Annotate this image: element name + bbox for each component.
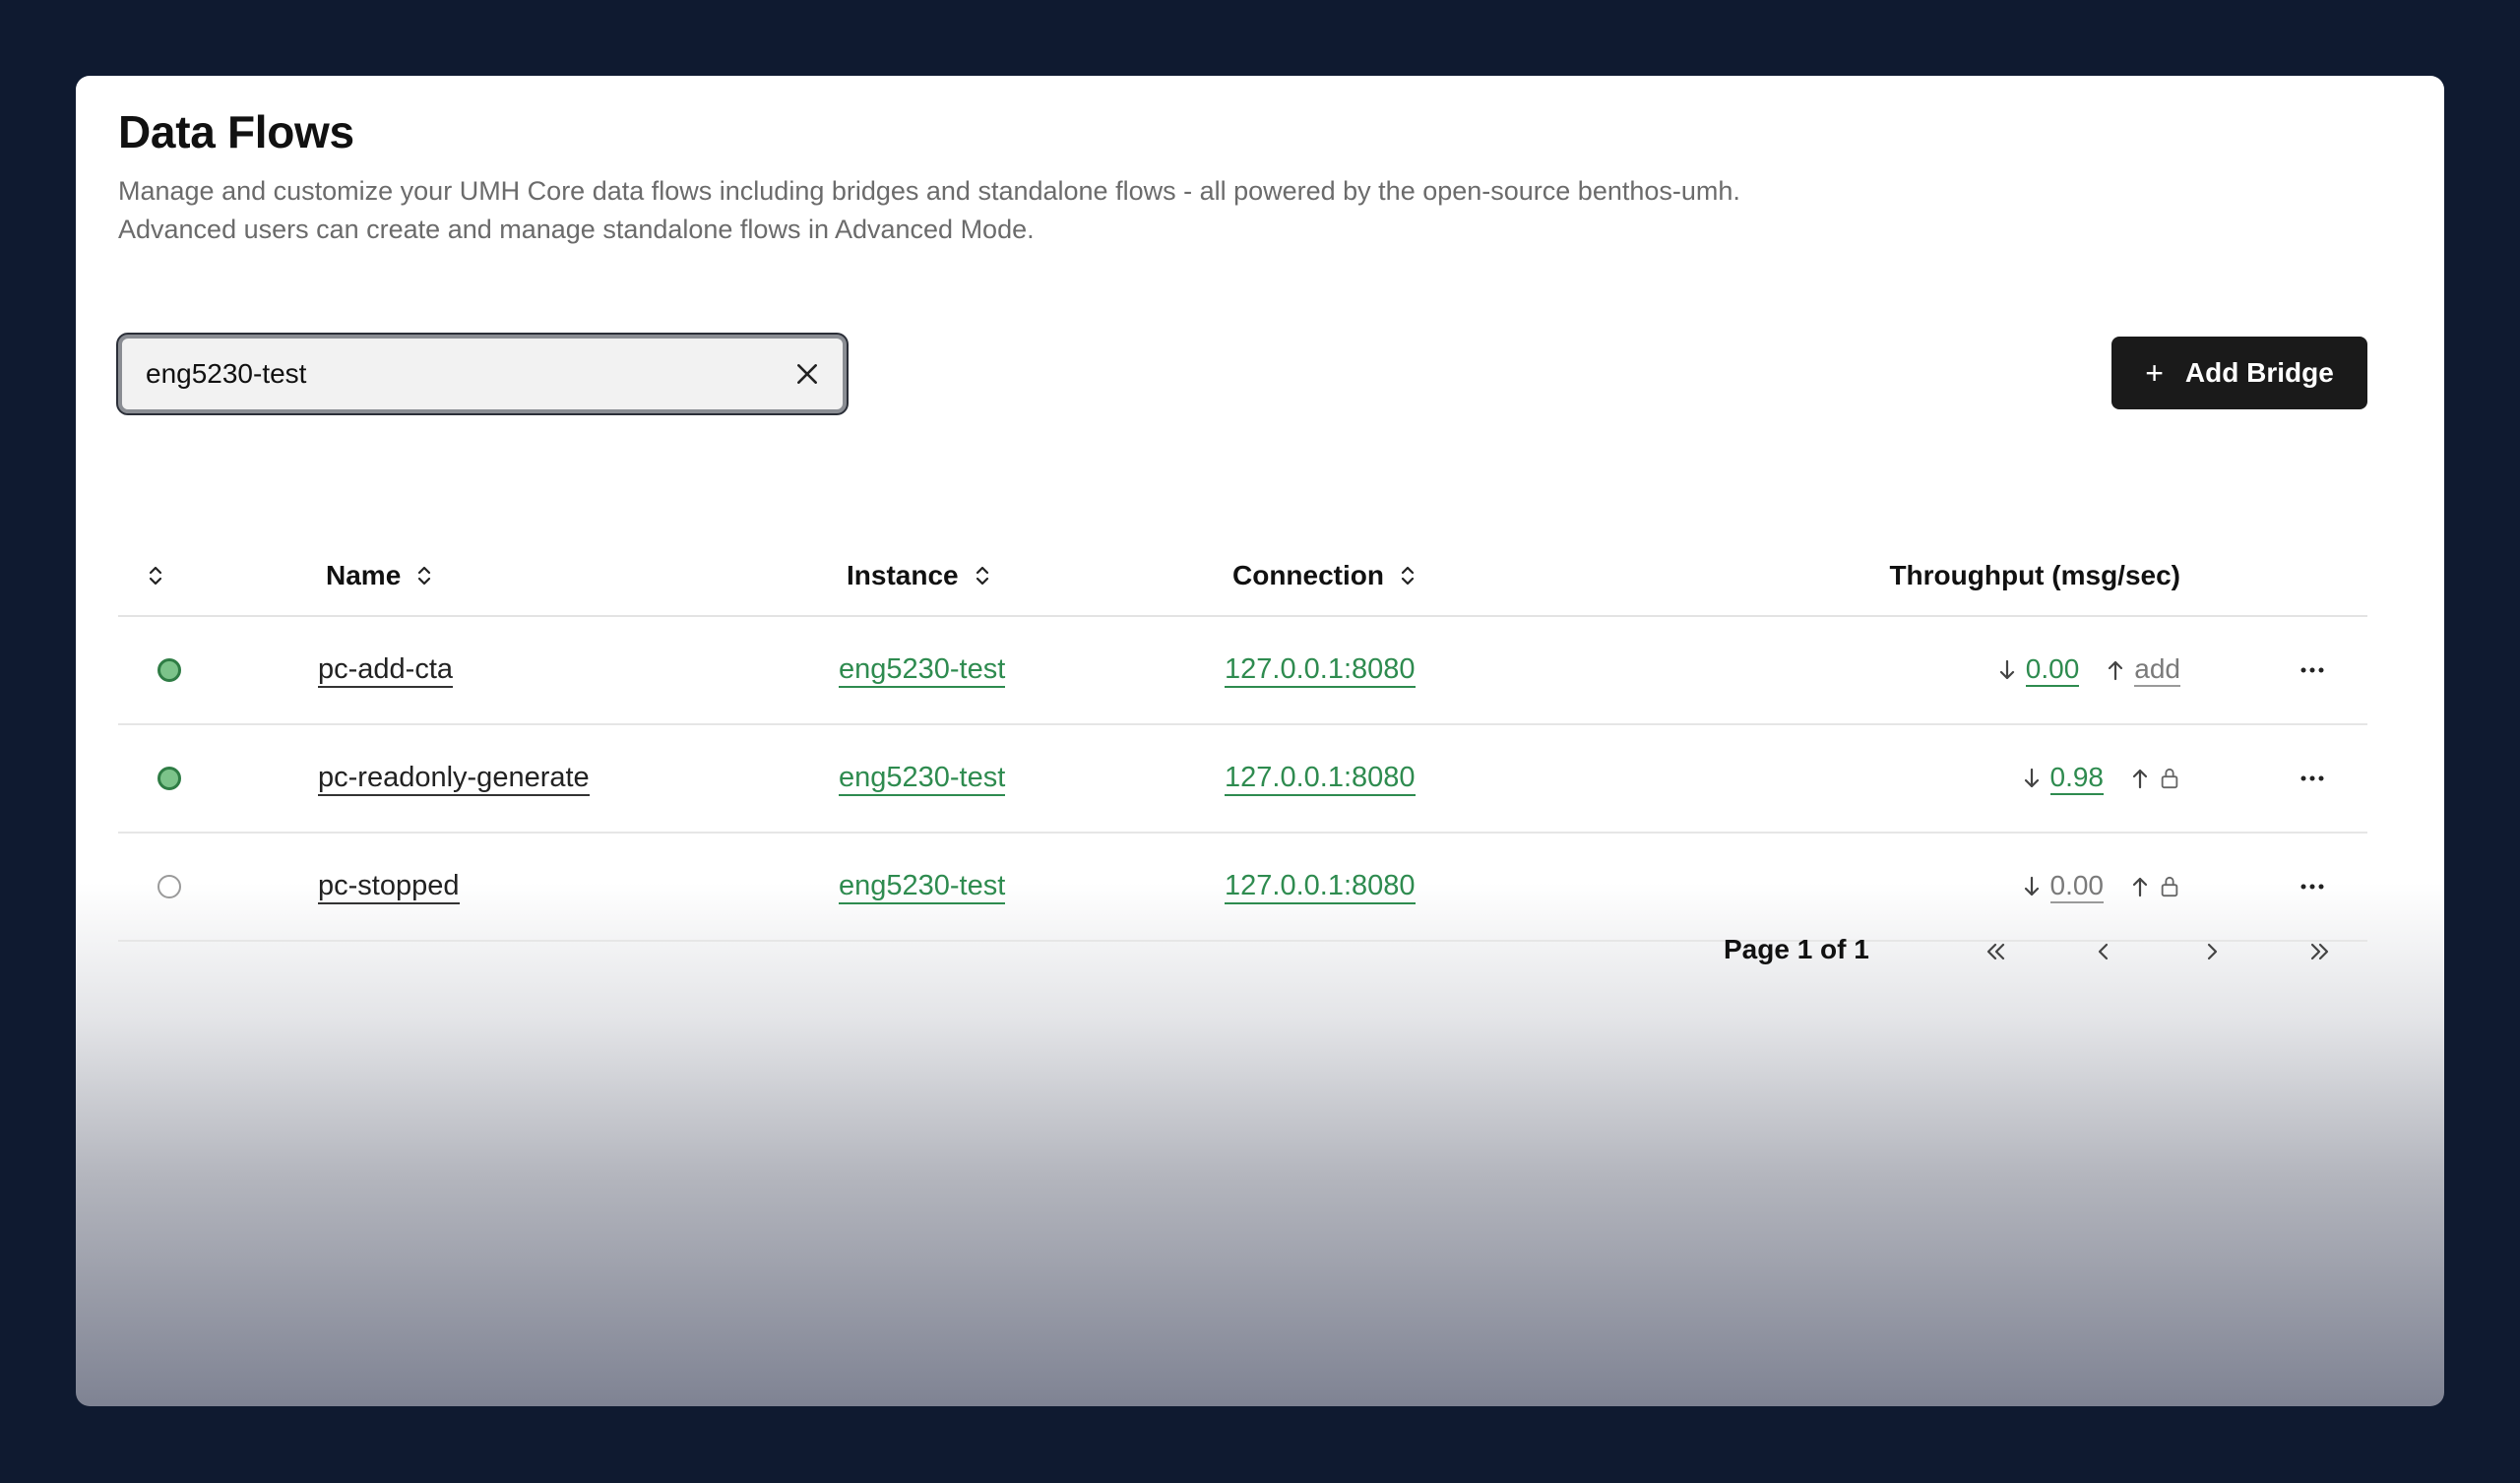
- instance-link[interactable]: eng5230-test: [839, 869, 1006, 904]
- arrow-up-icon: [2105, 657, 2126, 683]
- sort-icon: [1398, 562, 1418, 589]
- throughput-in-value[interactable]: 0.98: [2049, 762, 2104, 795]
- close-icon[interactable]: [789, 356, 825, 392]
- instance-cell: eng5230-test: [839, 725, 1006, 832]
- status-running-indicator: [158, 767, 181, 790]
- column-header-instance-label: Instance: [847, 559, 959, 590]
- column-header-name-label: Name: [326, 559, 402, 590]
- column-header-connection[interactable]: Connection: [1232, 533, 1418, 617]
- connection-link[interactable]: 127.0.0.1:8080: [1225, 869, 1416, 904]
- arrow-up-icon: [2129, 874, 2151, 899]
- flow-name-link[interactable]: pc-readonly-generate: [318, 761, 590, 796]
- throughput-cell: 0.98: [2021, 725, 2181, 832]
- name-cell: pc-readonly-generate: [318, 725, 590, 832]
- table-row[interactable]: pc-readonly-generate eng5230-test 127.0.…: [118, 725, 2367, 834]
- status-cell: [158, 725, 181, 832]
- column-header-name[interactable]: Name: [326, 533, 434, 617]
- table-row[interactable]: pc-add-cta eng5230-test 127.0.0.1:8080 0…: [118, 617, 2367, 725]
- search-input[interactable]: [146, 339, 776, 409]
- arrow-down-icon: [1996, 657, 2018, 683]
- column-header-status[interactable]: [146, 533, 165, 617]
- arrow-up-icon: [2129, 766, 2151, 791]
- page-indicator: Page 1 of 1: [1724, 934, 1869, 964]
- next-page-icon[interactable]: [2188, 928, 2236, 975]
- throughput-in-value[interactable]: 0.00: [2049, 870, 2104, 903]
- description-line-1: Manage and customize your UMH Core data …: [118, 176, 1740, 206]
- status-stopped-indicator: [158, 875, 181, 898]
- connection-cell: 127.0.0.1:8080: [1225, 725, 1416, 832]
- first-page-icon[interactable]: [1972, 928, 2019, 975]
- plus-icon: +: [2145, 354, 2164, 391]
- column-header-throughput-label: Throughput (msg/sec): [1889, 559, 2180, 590]
- add-bridge-label: Add Bridge: [2184, 357, 2334, 388]
- instance-cell: eng5230-test: [839, 617, 1006, 723]
- arrow-down-icon: [2021, 874, 2043, 899]
- lock-icon: [2159, 874, 2180, 899]
- throughput-in-value[interactable]: 0.00: [2025, 653, 2080, 687]
- connection-cell: 127.0.0.1:8080: [1225, 617, 1416, 723]
- sort-icon: [146, 562, 165, 589]
- sort-icon: [973, 562, 992, 589]
- status-running-indicator: [158, 658, 181, 682]
- page-description: Manage and customize your UMH Core data …: [118, 172, 1988, 249]
- last-page-icon[interactable]: [2297, 928, 2344, 975]
- throughput-cell: 0.00 add: [1996, 617, 2180, 723]
- pagination: Page 1 of 1: [76, 922, 2444, 981]
- instance-link[interactable]: eng5230-test: [839, 652, 1006, 688]
- more-options-icon[interactable]: [2293, 725, 2332, 832]
- sort-icon: [414, 562, 434, 589]
- flow-name-link[interactable]: pc-add-cta: [318, 652, 454, 688]
- page-title: Data Flows: [118, 106, 354, 157]
- throughput-out-add-link[interactable]: add: [2134, 653, 2180, 687]
- more-options-icon[interactable]: [2293, 617, 2332, 723]
- connection-link[interactable]: 127.0.0.1:8080: [1225, 652, 1416, 688]
- data-flows-table: Name Instance Connection Throughput (msg…: [118, 533, 2367, 942]
- connection-link[interactable]: 127.0.0.1:8080: [1225, 761, 1416, 796]
- search-box: [118, 335, 847, 413]
- previous-page-icon[interactable]: [2080, 928, 2127, 975]
- column-header-connection-label: Connection: [1232, 559, 1384, 590]
- status-cell: [158, 617, 181, 723]
- add-bridge-button[interactable]: + Add Bridge: [2111, 337, 2367, 409]
- lock-icon: [2159, 766, 2180, 791]
- description-line-2: Advanced users can create and manage sta…: [118, 215, 1035, 244]
- instance-link[interactable]: eng5230-test: [839, 761, 1006, 796]
- table-header: Name Instance Connection Throughput (msg…: [118, 533, 2367, 617]
- arrow-down-icon: [2021, 766, 2043, 791]
- data-flows-panel: Data Flows Manage and customize your UMH…: [76, 76, 2444, 1406]
- column-header-instance[interactable]: Instance: [847, 533, 992, 617]
- name-cell: pc-add-cta: [318, 617, 454, 723]
- column-header-throughput: Throughput (msg/sec): [1889, 533, 2180, 617]
- flow-name-link[interactable]: pc-stopped: [318, 869, 460, 904]
